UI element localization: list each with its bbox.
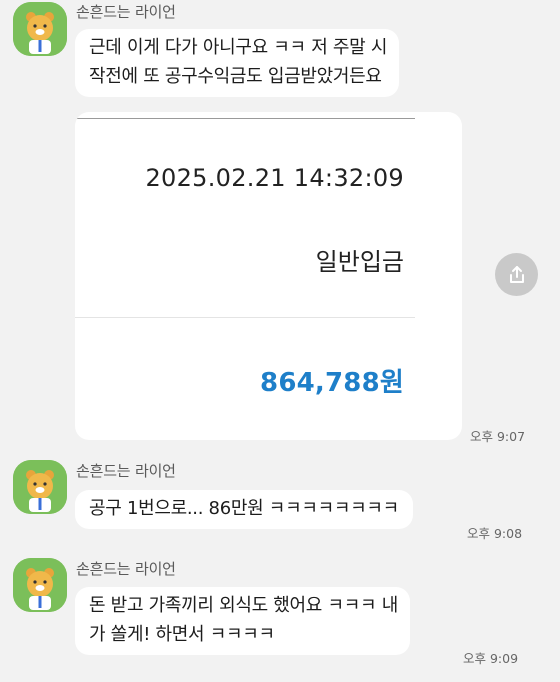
message-bubble[interactable]: 근데 이게 다가 아니구요 ㅋㅋ 저 주말 시 작전에 또 공구수익금도 입금받…: [75, 29, 400, 97]
deposit-datetime: 2025.02.21 14:32:09: [145, 164, 404, 192]
share-button[interactable]: [495, 253, 538, 296]
ryan-avatar-icon[interactable]: [13, 558, 67, 612]
message-time: 오후 9:09: [463, 651, 519, 666]
message-time: 오후 9:07: [470, 429, 526, 444]
message-line: 근데 이게 다가 아니구요 ㅋㅋ 저 주말 시: [89, 37, 388, 58]
message-bubble[interactable]: 공구 1번으로... 86만원 ㅋㅋㅋㅋㅋㅋㅋㅋ: [75, 490, 413, 529]
divider: [75, 118, 415, 119]
deposit-amount: 864,788원: [260, 368, 404, 398]
ryan-avatar-icon[interactable]: [13, 460, 67, 514]
deposit-receipt-card[interactable]: 2025.02.21 14:32:09 일반입금 864,788원: [75, 112, 462, 440]
sender-name: 손흔드는 라이언: [76, 3, 176, 21]
sender-name: 손흔드는 라이언: [76, 560, 176, 578]
divider: [75, 317, 415, 318]
message-line: 작전에 또 공구수익금도 입금받았거든요: [89, 66, 382, 87]
deposit-type: 일반입금: [315, 248, 404, 276]
message-line: 가 쏠게! 하면서 ㅋㅋㅋㅋ: [89, 624, 275, 645]
message-line: 공구 1번으로... 86만원 ㅋㅋㅋㅋㅋㅋㅋㅋ: [89, 498, 399, 519]
sender-name: 손흔드는 라이언: [76, 462, 176, 480]
ryan-avatar-icon[interactable]: [13, 2, 67, 56]
message-time: 오후 9:08: [467, 526, 523, 541]
message-line: 돈 받고 가족끼리 외식도 했어요 ㅋㅋㅋ 내: [89, 595, 398, 616]
share-icon: [509, 265, 524, 283]
chat-room: 손흔드는 라이언 근데 이게 다가 아니구요 ㅋㅋ 저 주말 시 작전에 또 공…: [0, 0, 560, 682]
message-bubble[interactable]: 돈 받고 가족끼리 외식도 했어요 ㅋㅋㅋ 내 가 쏠게! 하면서 ㅋㅋㅋㅋ: [75, 587, 410, 655]
